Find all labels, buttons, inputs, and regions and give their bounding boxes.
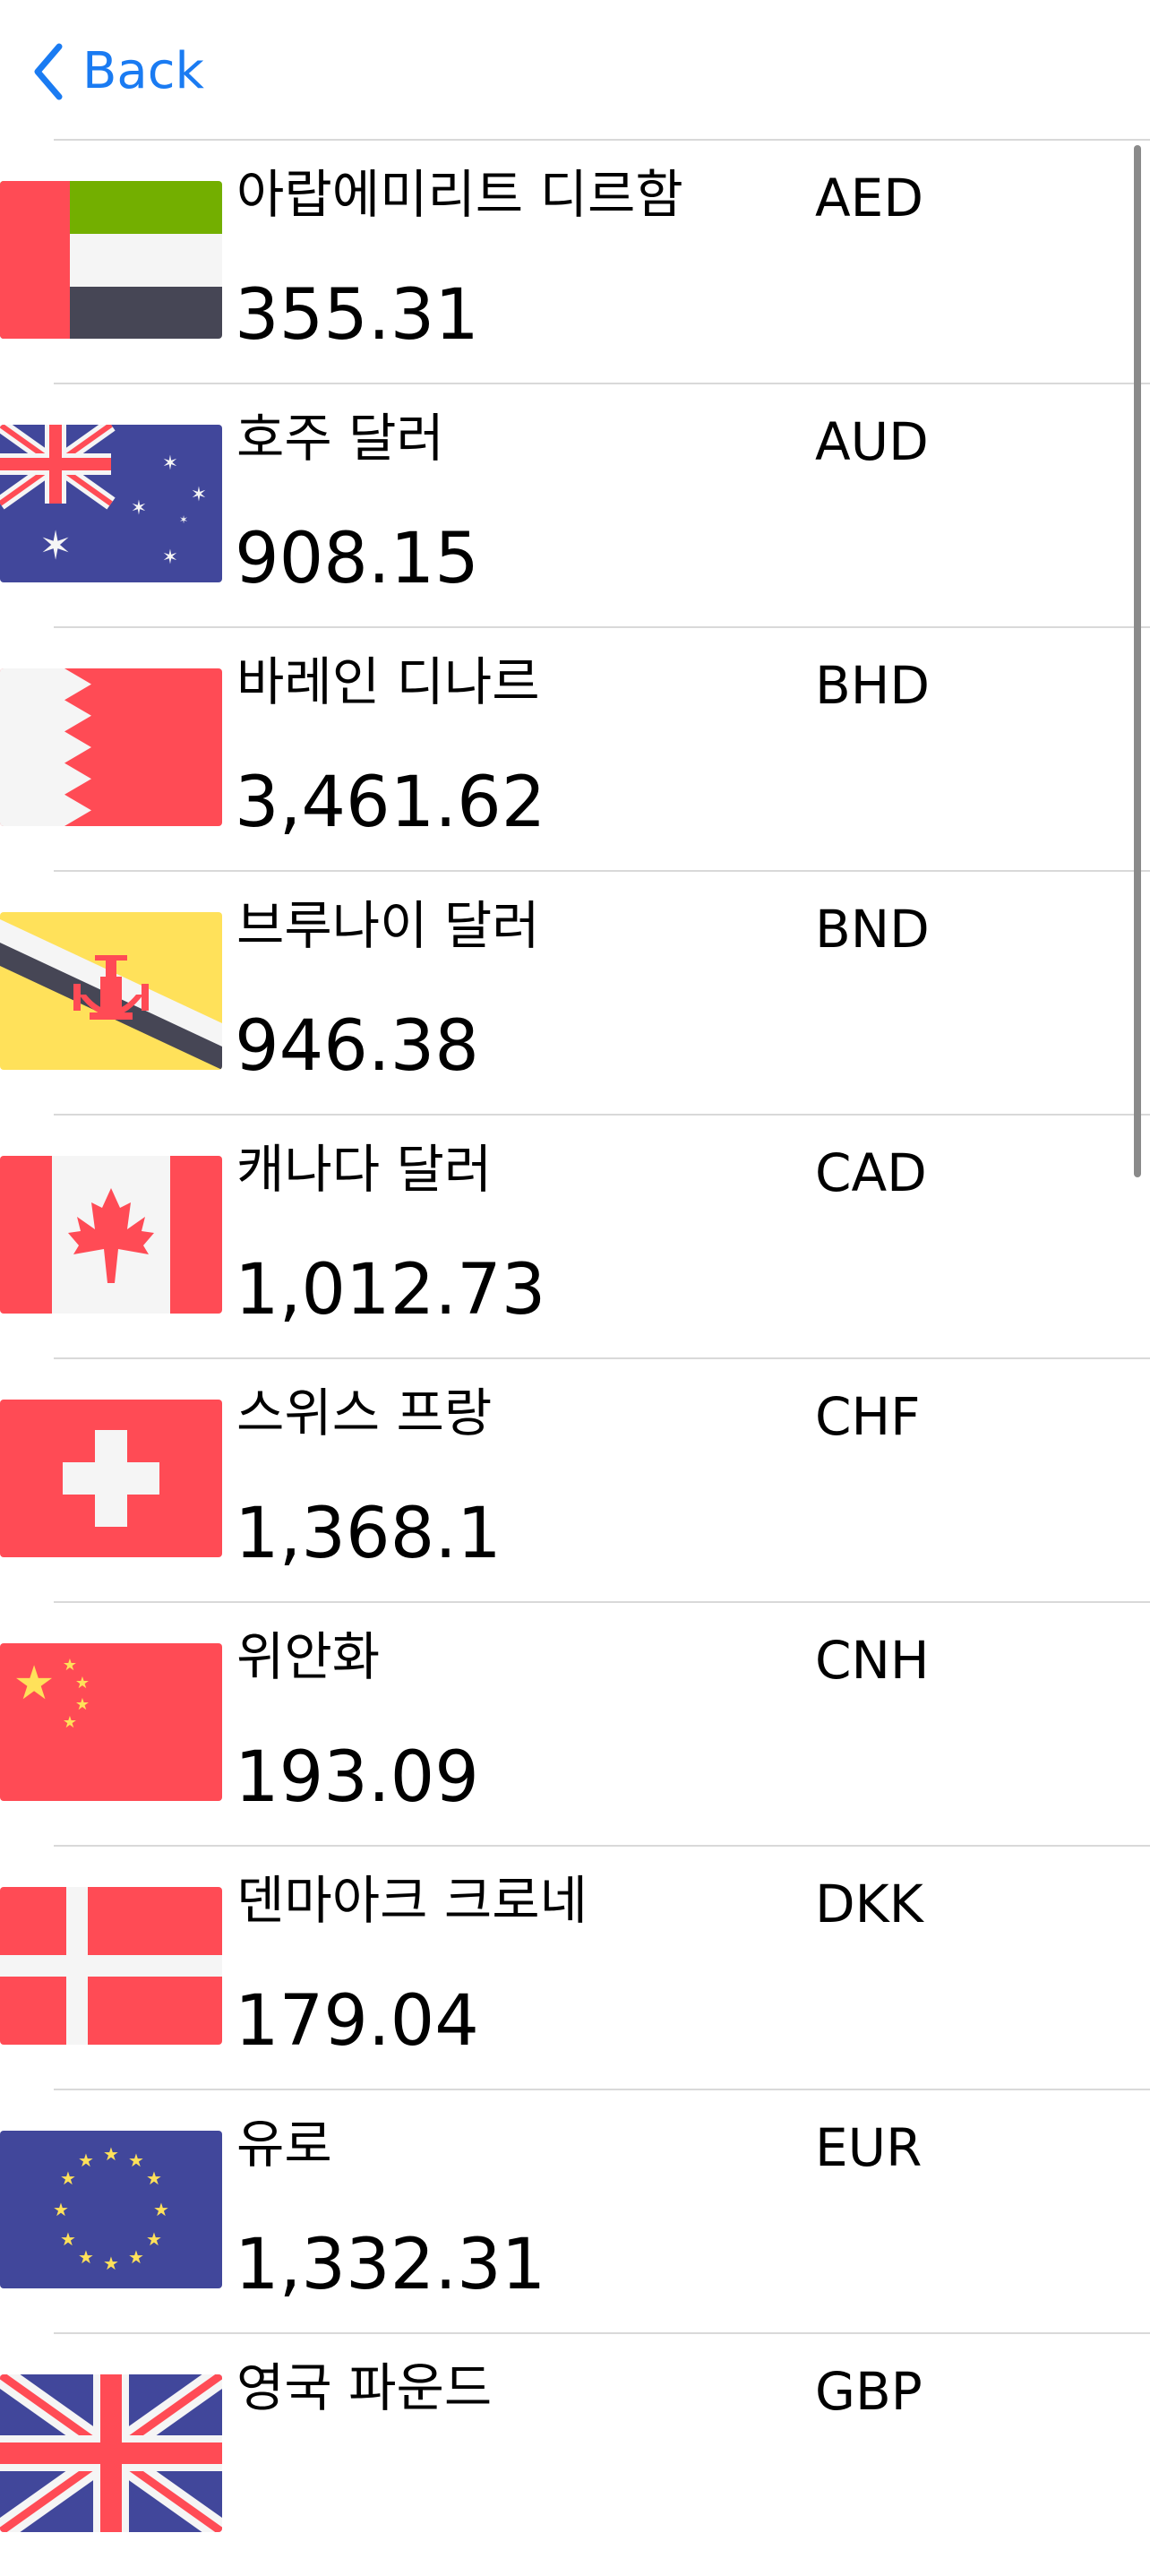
china-flag-icon: ★ ★ ★ ★ ★: [0, 1643, 222, 1801]
svg-text:✶: ✶: [131, 497, 147, 520]
svg-text:★: ★: [13, 1657, 56, 1710]
currency-name: 바레인 디나르: [236, 651, 540, 712]
svg-text:★: ★: [63, 1713, 77, 1732]
svg-text:★: ★: [53, 2199, 69, 2220]
currency-row-eur[interactable]: ★ ★ ★ ★ ★ ★ ★ ★ ★ ★ ★ ★ 유로 EUR 1,332.31: [0, 2090, 1150, 2332]
currency-row-chf[interactable]: 스위스 프랑 CHF 1,368.1: [0, 1359, 1150, 1601]
exchange-rate: 946.38: [235, 1006, 479, 1087]
svg-text:★: ★: [103, 2143, 119, 2165]
currency-row-bhd[interactable]: 바레인 디나르 BHD 3,461.62: [0, 628, 1150, 870]
svg-text:★: ★: [78, 2246, 94, 2268]
currency-row-cnh[interactable]: ★ ★ ★ ★ ★ 위안화 CNH 193.09: [0, 1603, 1150, 1845]
exchange-rate: 1,332.31: [235, 2225, 546, 2305]
denmark-flag-icon: [0, 1887, 222, 2045]
currency-code: CNH: [815, 1630, 930, 1691]
currency-row-dkk[interactable]: 덴마아크 크로네 DKK 179.04: [0, 1847, 1150, 2089]
svg-text:★: ★: [63, 1656, 77, 1675]
navigation-bar: Back: [0, 0, 1150, 139]
svg-text:★: ★: [78, 2150, 94, 2171]
svg-text:★: ★: [146, 2167, 162, 2189]
currency-code: CHF: [815, 1386, 921, 1447]
svg-text:★: ★: [75, 1674, 90, 1693]
currency-name: 호주 달러: [236, 408, 444, 469]
currency-row-aud[interactable]: ✶ ✶ ✶ ✶ ✶ ✶ 호주 달러 AUD 908.15: [0, 384, 1150, 626]
currency-name: 영국 파운드: [236, 2357, 493, 2418]
exchange-rate: 179.04: [235, 1981, 479, 2062]
exchange-rate: 193.09: [235, 1737, 479, 1818]
chevron-left-icon: [34, 43, 63, 100]
canada-flag-icon: [0, 1156, 222, 1314]
exchange-rate: 908.15: [235, 519, 479, 599]
currency-name: 유로: [236, 2114, 332, 2175]
currency-name: 아랍에미리트 디르함: [236, 164, 683, 225]
currency-name: 캐나다 달러: [236, 1139, 493, 1200]
australia-flag-icon: ✶ ✶ ✶ ✶ ✶ ✶: [0, 425, 222, 582]
svg-text:✶: ✶: [191, 484, 207, 506]
currency-code: EUR: [815, 2117, 923, 2178]
currency-row-cad[interactable]: 캐나다 달러 CAD 1,012.73: [0, 1116, 1150, 1357]
currency-name: 덴마아크 크로네: [236, 1870, 588, 1931]
currency-code: AED: [815, 168, 923, 228]
svg-text:★: ★: [60, 2167, 76, 2189]
currency-row-aed[interactable]: 아랍에미리트 디르함 AED 355.31: [0, 141, 1150, 383]
svg-text:★: ★: [153, 2199, 169, 2220]
currency-name: 스위스 프랑: [236, 1383, 493, 1443]
exchange-rate: 3,461.62: [235, 762, 546, 843]
currency-list[interactable]: 아랍에미리트 디르함 AED 355.31 ✶ ✶ ✶ ✶ ✶ ✶ 호주 달러 …: [0, 139, 1150, 2576]
back-button-label: Back: [82, 42, 204, 100]
svg-text:✶: ✶: [162, 547, 178, 569]
currency-code: CAD: [815, 1142, 927, 1203]
scrollbar[interactable]: [1134, 145, 1141, 1177]
uk-flag-icon: [0, 2374, 222, 2532]
currency-code: DKK: [815, 1874, 923, 1934]
brunei-flag-icon: [0, 912, 222, 1070]
currency-row-bnd[interactable]: 브루나이 달러 BND 946.38: [0, 872, 1150, 1114]
svg-text:★: ★: [128, 2246, 144, 2268]
currency-code: BHD: [815, 655, 931, 716]
eu-flag-icon: ★ ★ ★ ★ ★ ★ ★ ★ ★ ★ ★ ★: [0, 2131, 222, 2288]
currency-code: BND: [815, 899, 930, 960]
back-button[interactable]: Back: [32, 39, 204, 104]
svg-text:★: ★: [103, 2253, 119, 2274]
exchange-rate: 1,368.1: [235, 1494, 502, 1574]
exchange-rate: 355.31: [235, 275, 479, 356]
currency-name: 브루나이 달러: [236, 895, 540, 956]
exchange-rate: 1,012.73: [235, 1250, 546, 1331]
svg-text:★: ★: [75, 1695, 90, 1714]
svg-text:★: ★: [60, 2228, 76, 2250]
switzerland-flag-icon: [0, 1400, 222, 1557]
currency-name: 위안화: [236, 1626, 381, 1687]
svg-text:✶: ✶: [162, 452, 178, 475]
bahrain-flag-icon: [0, 668, 222, 826]
uae-flag-icon: [0, 181, 222, 339]
svg-text:★: ★: [128, 2150, 144, 2171]
svg-text:✶: ✶: [179, 513, 188, 526]
svg-text:★: ★: [146, 2228, 162, 2250]
currency-row-gbp[interactable]: 영국 파운드 GBP: [0, 2334, 1150, 2576]
currency-code: GBP: [815, 2361, 923, 2422]
currency-code: AUD: [815, 411, 929, 472]
svg-text:✶: ✶: [39, 523, 73, 569]
